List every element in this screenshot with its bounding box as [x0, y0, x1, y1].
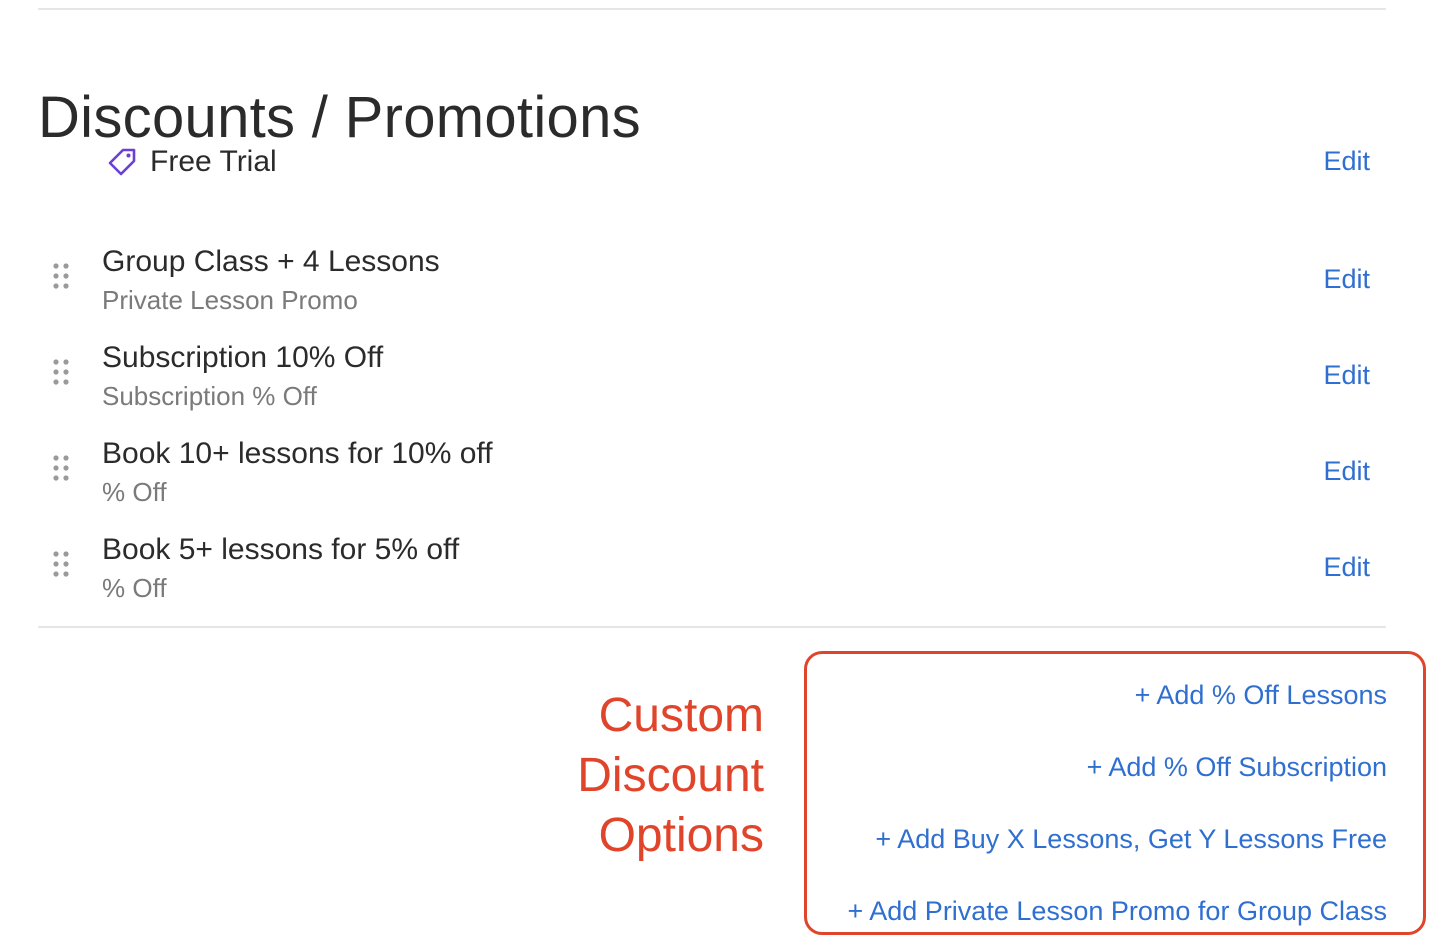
- plus-icon: +: [1086, 752, 1103, 782]
- promo-row: Subscription 10% Off Subscription % Off …: [38, 340, 1386, 436]
- add-private-lesson-promo-link[interactable]: + Add Private Lesson Promo for Group Clas…: [847, 894, 1387, 928]
- promo-edit-link[interactable]: Edit: [1323, 262, 1370, 296]
- free-trial-label: Free Trial: [150, 145, 277, 178]
- plus-icon: +: [847, 896, 864, 926]
- annotation-line: Options: [598, 809, 764, 862]
- add-buy-x-get-y-link[interactable]: + Add Buy X Lessons, Get Y Lessons Free: [875, 822, 1387, 856]
- annotation-line: Custom: [598, 689, 764, 742]
- promo-type: Subscription % Off: [102, 381, 317, 411]
- promo-title: Group Class + 4 Lessons: [102, 245, 440, 278]
- free-trial-row: Free Trial Edit: [38, 138, 1386, 188]
- annotation-line: Discount: [577, 749, 764, 802]
- promo-title: Book 5+ lessons for 5% off: [102, 533, 460, 566]
- custom-discount-options-box: + Add % Off Lessons + Add % Off Subscripti…: [804, 651, 1426, 935]
- promo-type: Private Lesson Promo: [102, 285, 358, 315]
- drag-handle-icon[interactable]: [52, 358, 72, 388]
- promo-title: Book 10+ lessons for 10% off: [102, 437, 493, 470]
- add-percent-off-subscription-link[interactable]: + Add % Off Subscription: [1087, 750, 1387, 784]
- add-option-label: Add Buy X Lessons, Get Y Lessons Free: [897, 824, 1387, 854]
- free-trial-edit-link[interactable]: Edit: [1323, 144, 1370, 178]
- promo-type: % Off: [102, 477, 167, 507]
- plus-icon: +: [875, 824, 892, 854]
- drag-handle-icon[interactable]: [52, 454, 72, 484]
- promo-title: Subscription 10% Off: [102, 341, 384, 374]
- top-divider: [38, 8, 1386, 10]
- add-option-label: Add Private Lesson Promo for Group Class: [869, 896, 1387, 926]
- drag-handle-icon[interactable]: [52, 550, 72, 580]
- promo-row: Book 10+ lessons for 10% off % Off Edit: [38, 436, 1386, 532]
- tag-icon: [106, 146, 138, 178]
- custom-discount-annotation: Custom Discount Options: [577, 686, 764, 866]
- drag-handle-icon[interactable]: [52, 262, 72, 292]
- promo-edit-link[interactable]: Edit: [1323, 550, 1370, 584]
- add-percent-off-lessons-link[interactable]: + Add % Off Lessons: [1135, 678, 1387, 712]
- promo-type: % Off: [102, 573, 167, 603]
- promo-row: Group Class + 4 Lessons Private Lesson P…: [38, 244, 1386, 340]
- bottom-divider: [38, 626, 1386, 628]
- plus-icon: +: [1134, 680, 1151, 710]
- promo-row: Book 5+ lessons for 5% off % Off Edit: [38, 532, 1386, 628]
- promo-edit-link[interactable]: Edit: [1323, 454, 1370, 488]
- add-option-label: Add % Off Subscription: [1108, 752, 1387, 782]
- promo-edit-link[interactable]: Edit: [1323, 358, 1370, 392]
- add-option-label: Add % Off Lessons: [1156, 680, 1387, 710]
